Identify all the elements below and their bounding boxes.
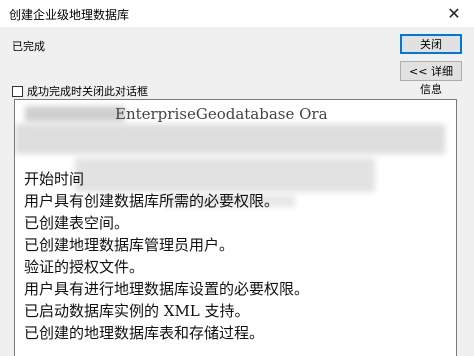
close-on-complete-checkbox[interactable] [12, 85, 23, 97]
status-text: 已完成 [12, 40, 45, 53]
log-line: 开始时间 [24, 170, 85, 188]
log-line: 已创建的地理数据库表和存储过程。 [24, 324, 265, 342]
log-line: 已创建表空间。 [24, 214, 130, 232]
close-on-complete-label: 成功完成时关闭此对话框 [27, 85, 148, 98]
title-bar: 创建企业级地理数据库 ✕ [0, 0, 474, 27]
redacted-region [75, 158, 375, 192]
close-button[interactable]: 关闭 [400, 34, 462, 54]
log-line: 用户具有进行地理数据库设置的必要权限。 [24, 280, 310, 298]
log-line: 已创建地理数据库管理员用户。 [24, 236, 235, 254]
redacted-region [25, 106, 125, 122]
window-title: 创建企业级地理数据库 [9, 8, 130, 22]
log-line: 用户具有创建数据库所需的必要权限。 [24, 192, 280, 210]
close-on-complete-option[interactable]: 成功完成时关闭此对话框 [12, 84, 148, 98]
log-line: 验证的授权文件。 [24, 258, 145, 276]
close-icon[interactable]: ✕ [434, 0, 474, 27]
redacted-region [15, 124, 445, 154]
message-log[interactable]: EnterpriseGeodatabase Ora 开始时间 用户具有创建数据库… [14, 99, 457, 356]
log-line: 已启动数据库实例的 XML 支持。 [24, 302, 250, 320]
log-line: EnterpriseGeodatabase Ora [115, 105, 328, 123]
details-button[interactable]: << 详细信息 [400, 61, 462, 96]
